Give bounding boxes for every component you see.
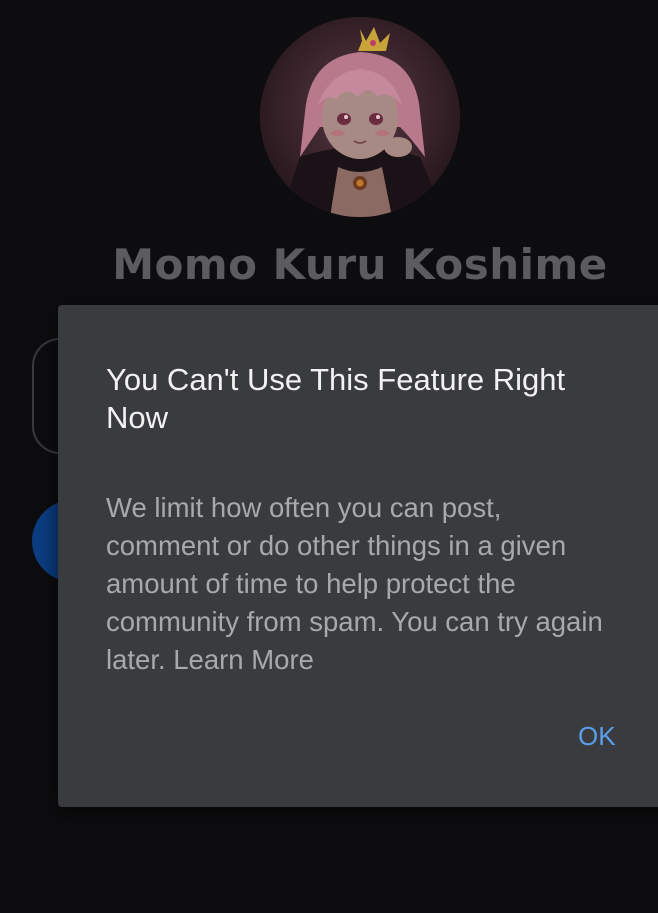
screen: Momo Kuru Koshime You Can't Use This Fea… <box>0 0 658 913</box>
dialog-title: You Can't Use This Feature Right Now <box>106 362 566 435</box>
avatar[interactable] <box>260 17 460 217</box>
learn-more-link[interactable]: Learn More <box>173 644 314 675</box>
dialog-message: We limit how often you can post, comment… <box>106 489 616 679</box>
ok-button[interactable]: OK <box>564 717 630 756</box>
avatar-image-icon <box>260 17 460 217</box>
profile-name: Momo Kuru Koshime <box>112 240 608 289</box>
rate-limit-dialog: You Can't Use This Feature Right Now We … <box>58 305 658 807</box>
